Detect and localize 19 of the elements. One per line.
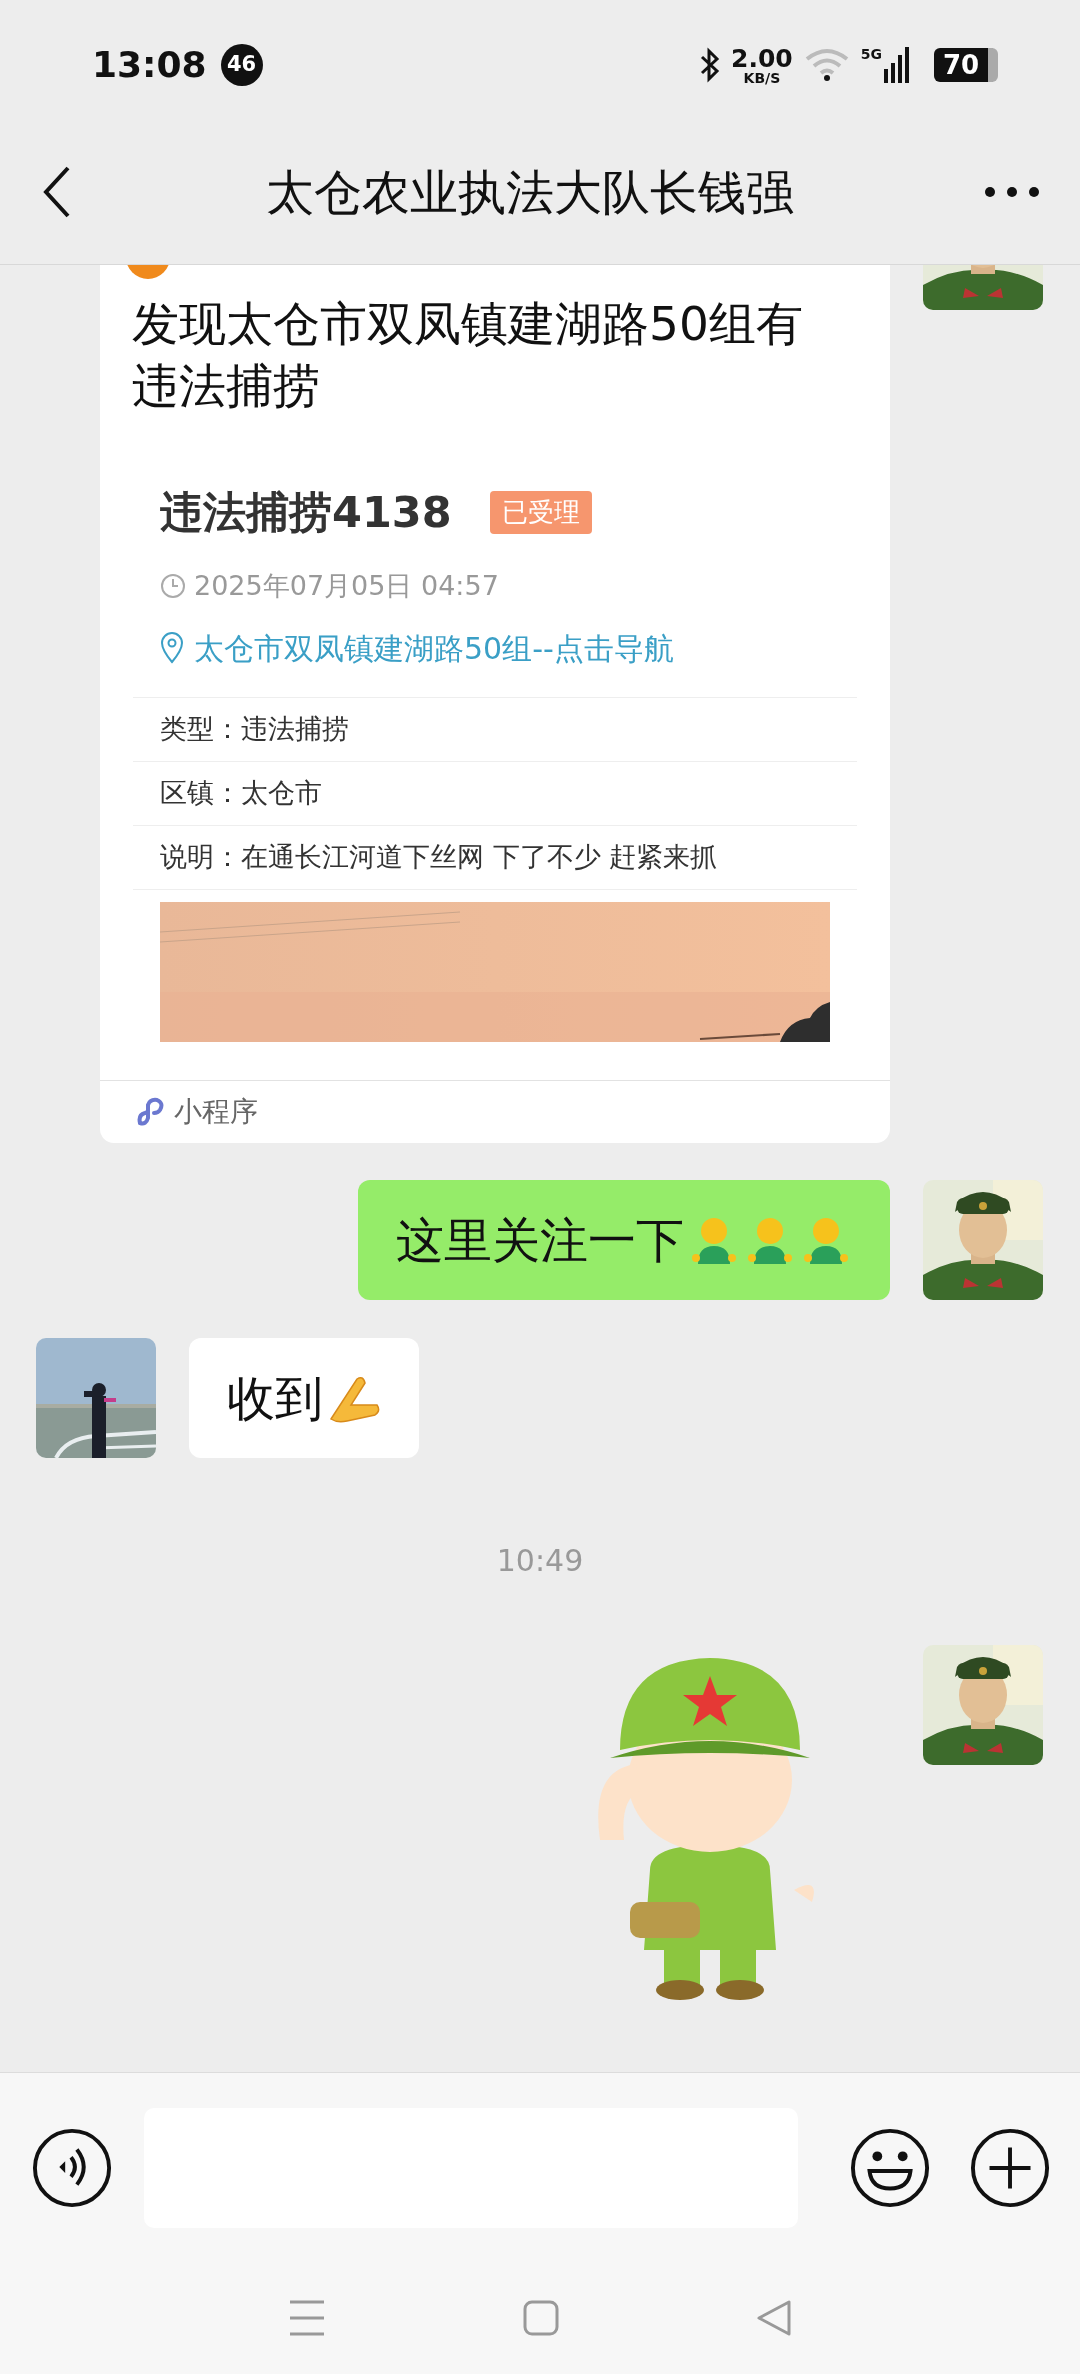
network-speed: 2.00 xyxy=(731,45,793,71)
mini-program-label: 小程序 xyxy=(174,1094,258,1130)
notification-badge: 46 xyxy=(220,44,263,86)
report-time: 2025年07月05日 04:57 xyxy=(194,568,499,603)
case-title: 违法捕捞4138 xyxy=(160,485,452,539)
message-text: 这里关注一下 xyxy=(396,1211,684,1270)
network-type: 5G xyxy=(860,47,882,61)
message-text: 收到 xyxy=(227,1369,323,1428)
battery-indicator: 70 xyxy=(934,48,998,82)
info-text: 说明：在通长江河道下丝网 下了不少 赶紧来抓 xyxy=(160,840,718,875)
chat-title: 太仓农业执法大队长钱强 xyxy=(266,163,794,222)
info-text: 类型：违法捕捞 xyxy=(160,712,349,747)
mini-program-card[interactable]: 发现太仓市双凤镇建湖路50组有违法捕捞 违法捕捞4138 已受理 2025年07月05日 04:57 太仓市双凤镇建湖路50组--点击导航 类型：违法捕捞 区镇：太仓市 说明：在通长江河道下丝网 下了不少 赶紧来抓 小程序 xyxy=(100,265,890,1143)
status-badge: 已受理 xyxy=(489,490,592,534)
speed-unit: KB/S xyxy=(743,70,781,85)
info-text: 区镇：太仓市 xyxy=(160,776,322,811)
status-time: 13:08 xyxy=(92,43,207,87)
timestamp: 10:49 xyxy=(496,1542,584,1580)
card-title: 发现太仓市双凤镇建湖路50组有违法捕捞 xyxy=(131,295,804,415)
